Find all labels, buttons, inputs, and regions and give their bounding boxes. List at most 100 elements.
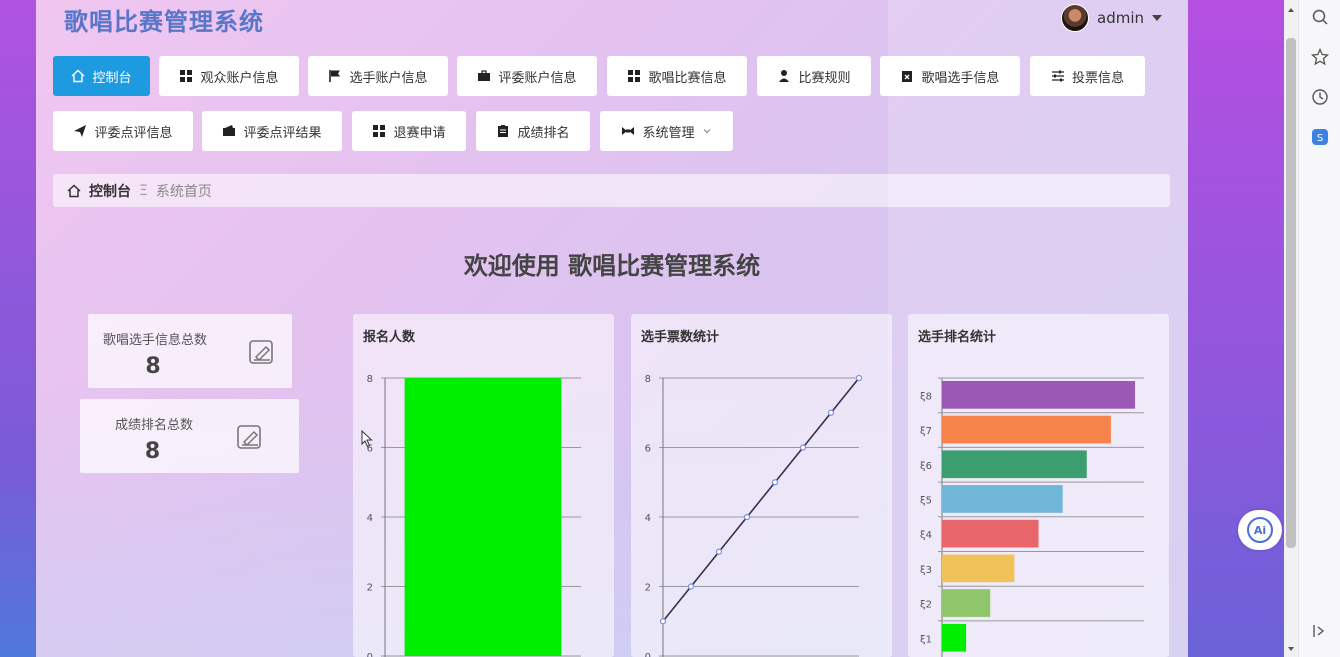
username[interactable]: admin [1097, 9, 1144, 27]
data-point [743, 513, 751, 521]
nav-label: 控制台 [92, 70, 132, 86]
user-menu[interactable]: admin [1061, 4, 1162, 32]
svg-text:S: S [1317, 133, 1323, 144]
data-point [799, 444, 807, 451]
app-window: 歌唱比赛管理系统 admin 控制台 观众账户信息 选手账户信息 评委账户信息 … [36, 0, 1188, 657]
y-tick-label: 4 [645, 513, 651, 524]
category-label: ξ3 [920, 565, 932, 576]
y-tick-label: 8 [645, 374, 651, 385]
stat-value: 8 [145, 354, 161, 379]
nav-label: 歌唱选手信息 [921, 70, 1000, 86]
welcome-heading: 欢迎使用 歌唱比赛管理系统 [463, 252, 761, 280]
nav-ranking[interactable]: 成绩排名 [476, 111, 590, 151]
nav-label: 评委点评信息 [94, 125, 173, 141]
stat-label: 成绩排名总数 [115, 418, 194, 433]
nav-judge-results[interactable]: 评委点评结果 [202, 111, 342, 151]
caret-down-icon[interactable] [1152, 15, 1162, 21]
clipboard-icon [498, 125, 509, 137]
y-tick-label: 6 [645, 444, 651, 455]
chart-signups: 02468 [367, 374, 581, 657]
stat-label: 歌唱选手信息总数 [103, 333, 208, 348]
data-point [855, 374, 863, 382]
bar [942, 554, 1015, 583]
scroll-down-icon[interactable] [1284, 643, 1298, 655]
scrollbar-thumb[interactable] [1286, 38, 1296, 548]
category-label: ξ2 [920, 600, 932, 611]
bar [942, 415, 1111, 444]
grid-icon [180, 70, 193, 82]
mouse-cursor-icon [361, 430, 373, 448]
chart-card-signups: 报名人数 02468 [353, 314, 614, 657]
category-label: ξ1 [920, 634, 932, 645]
nav-votes[interactable]: 投票信息 [1030, 56, 1145, 96]
nav-label: 选手账户信息 [349, 70, 428, 86]
nav-contestant-accounts[interactable]: 选手账户信息 [308, 56, 448, 96]
avatar[interactable] [1061, 4, 1089, 32]
send-icon [74, 125, 87, 137]
stat-card-rankings: 成绩排名总数 8 [80, 399, 299, 473]
y-tick-label: 2 [367, 583, 373, 594]
window-frame-right [1188, 0, 1284, 657]
nav-rules[interactable]: 比赛规则 [757, 56, 871, 96]
tool-icon [622, 127, 635, 135]
bar [942, 519, 1039, 548]
nav-label: 评委点评结果 [243, 125, 322, 141]
stat-card-singers: 歌唱选手信息总数 8 [88, 314, 292, 388]
nav-judge-comments[interactable]: 评委点评信息 [53, 111, 193, 151]
bar [404, 378, 562, 656]
wallet-icon [223, 125, 236, 136]
scrollbar[interactable] [1284, 0, 1298, 657]
nav-label: 观众账户信息 [200, 70, 279, 86]
nav-competition-info[interactable]: 歌唱比赛信息 [607, 56, 747, 96]
bar [942, 485, 1063, 513]
nav-dashboard[interactable]: 控制台 [53, 56, 150, 96]
data-point [687, 583, 695, 590]
nav-label: 投票信息 [1071, 70, 1124, 86]
scroll-up-icon[interactable] [1284, 4, 1298, 16]
search-icon[interactable] [1311, 8, 1329, 26]
chart-card-ranking: 选手排名统计 ξ8 ξ7 ξ6 ξ5 ξ4 ξ3 ξ2 ξ1 [908, 314, 1169, 657]
nav-singer-info[interactable]: 歌唱选手信息 [880, 56, 1020, 96]
window-frame-left [0, 0, 36, 657]
data-point [715, 548, 723, 555]
nav-label: 歌唱比赛信息 [648, 70, 727, 86]
ai-assistant-button[interactable]: Ai [1238, 510, 1282, 550]
home-icon [67, 183, 81, 197]
breadcrumb-separator: Ξ [139, 182, 148, 199]
category-label: ξ4 [920, 530, 932, 541]
chart-ranking: ξ8 ξ7 ξ6 ξ5 ξ4 ξ3 ξ2 ξ1 [920, 377, 1144, 657]
y-tick-label: 0 [645, 652, 651, 657]
nav-label: 系统管理 [642, 125, 695, 141]
nav-label: 退赛申请 [393, 125, 446, 141]
category-label: ξ8 [920, 391, 932, 402]
chart-card-votes: 选手票数统计 02468 [631, 314, 892, 657]
data-point [771, 479, 779, 486]
star-icon[interactable] [1311, 48, 1329, 66]
nav-system-management[interactable]: 系统管理 [600, 111, 733, 151]
chart-votes: 0 2 4 6 8 [645, 374, 863, 657]
category-label: ξ6 [920, 461, 932, 472]
stat-value: 8 [144, 439, 161, 464]
nav-audience-accounts[interactable]: 观众账户信息 [159, 56, 299, 96]
briefcase-icon [478, 70, 491, 81]
bar [942, 589, 991, 617]
bar [942, 381, 1136, 409]
y-tick-label: 4 [367, 513, 373, 524]
category-label: ξ7 [920, 426, 932, 437]
bar [942, 450, 1087, 479]
nav-label: 评委账户信息 [498, 70, 577, 86]
chevron-down-icon [703, 129, 710, 134]
edit-icon [249, 340, 273, 364]
breadcrumb-home[interactable]: 控制台 [89, 181, 131, 201]
expand-sidebar-icon[interactable] [1311, 622, 1329, 640]
extension-icon[interactable]: S [1311, 128, 1329, 146]
nav-withdrawal[interactable]: 退赛申请 [352, 111, 466, 151]
edit-icon [237, 425, 261, 449]
nav-judge-accounts[interactable]: 评委账户信息 [457, 56, 597, 96]
nav-label: 成绩排名 [517, 125, 570, 141]
grid-icon [373, 125, 386, 137]
nav-label: 比赛规则 [798, 70, 851, 86]
history-icon[interactable] [1311, 88, 1329, 106]
breadcrumb: 控制台 Ξ 系统首页 [53, 174, 1170, 207]
breadcrumb-current: 系统首页 [155, 183, 212, 200]
